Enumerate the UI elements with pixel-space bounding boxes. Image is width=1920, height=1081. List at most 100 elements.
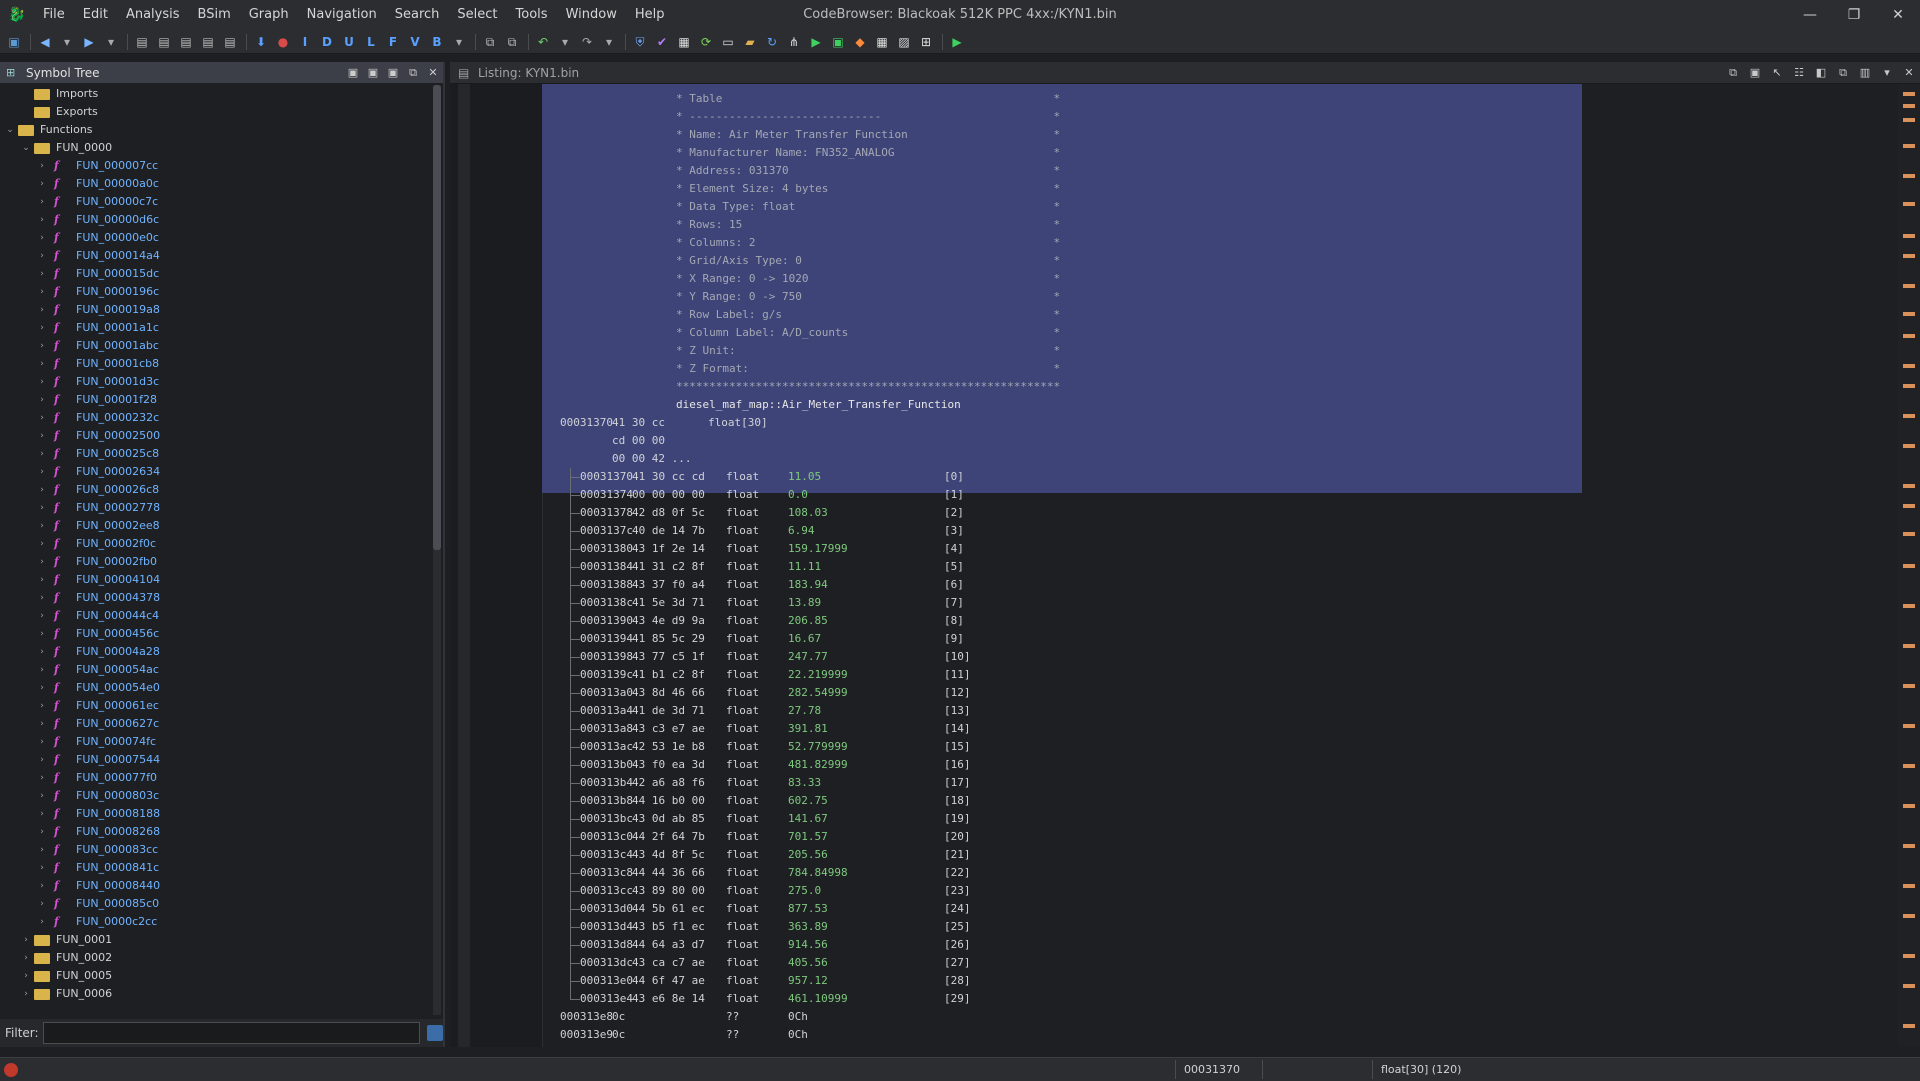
chevron-right-icon[interactable]: ›: [36, 697, 48, 715]
tree-function-item[interactable]: › f FUN_000015dc: [0, 265, 432, 283]
chevron-down-icon[interactable]: ▾: [601, 34, 617, 50]
menu-navigation[interactable]: Navigation: [298, 0, 386, 30]
chevron-down-icon[interactable]: ⌄: [4, 121, 16, 139]
tree-function-item[interactable]: › f FUN_00002500: [0, 427, 432, 445]
chevron-right-icon[interactable]: ›: [36, 787, 48, 805]
chevron-right-icon[interactable]: ›: [36, 463, 48, 481]
refresh-icon[interactable]: ⟳: [698, 34, 714, 50]
navigate-icon[interactable]: ▣: [383, 65, 403, 81]
script-run-icon[interactable]: ▶: [949, 34, 965, 50]
next-data-icon[interactable]: ▤: [156, 34, 172, 50]
chevron-right-icon[interactable]: ›: [36, 733, 48, 751]
copy-icon[interactable]: ⧉: [482, 34, 498, 50]
tree-function-item[interactable]: › f FUN_00004104: [0, 571, 432, 589]
restore-button[interactable]: ❐: [1832, 0, 1876, 30]
chevron-right-icon[interactable]: ›: [36, 319, 48, 337]
memory-map-icon[interactable]: ▦: [676, 34, 692, 50]
tree-scrollbar[interactable]: [433, 85, 441, 1015]
overview-marker[interactable]: [1903, 1024, 1915, 1028]
tree-function-item[interactable]: › f FUN_000074fc: [0, 733, 432, 751]
chevron-right-icon[interactable]: ›: [36, 679, 48, 697]
tree-function-item[interactable]: › f FUN_000054e0: [0, 679, 432, 697]
close-window-button[interactable]: ✕: [1876, 0, 1920, 30]
data-letter-icon[interactable]: D: [319, 34, 335, 50]
overview-marker[interactable]: [1903, 844, 1915, 848]
tree-function-item[interactable]: › f FUN_00001f28: [0, 391, 432, 409]
redo-icon[interactable]: ↷: [579, 34, 595, 50]
image-icon[interactable]: ▨: [896, 34, 912, 50]
tree-function-item[interactable]: › f FUN_00000a0c: [0, 175, 432, 193]
chevron-right-icon[interactable]: ›: [36, 229, 48, 247]
chevron-right-icon[interactable]: ›: [36, 625, 48, 643]
overview-marker[interactable]: [1903, 914, 1915, 918]
folder-icon[interactable]: ▰: [742, 34, 758, 50]
chevron-right-icon[interactable]: ›: [36, 265, 48, 283]
menu-help[interactable]: Help: [626, 0, 674, 30]
snapshot-icon[interactable]: ⧉: [403, 65, 423, 81]
listing-code[interactable]: ****************************************…: [542, 84, 1892, 1047]
create-class-icon[interactable]: ▣: [363, 65, 383, 81]
overview-marker[interactable]: [1903, 884, 1915, 888]
tree-function-item[interactable]: › f FUN_00001abc: [0, 337, 432, 355]
overview-marker[interactable]: [1903, 144, 1915, 148]
save-icon[interactable]: ▣: [6, 34, 22, 50]
chevron-right-icon[interactable]: ›: [36, 589, 48, 607]
menu-file[interactable]: File: [34, 0, 74, 30]
overview-marker[interactable]: [1903, 444, 1915, 448]
overview-marker[interactable]: [1903, 334, 1915, 338]
tree-function-item[interactable]: › f FUN_00008440: [0, 877, 432, 895]
chevron-right-icon[interactable]: ›: [36, 175, 48, 193]
symbol-tree[interactable]: Imports Exports ⌄ Functions ⌄ FUN_0000 › f FUN_0…: [0, 85, 432, 1015]
next-function-icon[interactable]: ▤: [222, 34, 238, 50]
copy-icon[interactable]: ⧉: [1722, 65, 1744, 81]
tree-function-item[interactable]: › f FUN_000026c8: [0, 481, 432, 499]
cycle-icon[interactable]: ↻: [764, 34, 780, 50]
overview-marker[interactable]: [1903, 312, 1915, 316]
window-icon[interactable]: ▭: [720, 34, 736, 50]
back-arrow-icon[interactable]: ◀: [37, 34, 53, 50]
tree-function-item[interactable]: › f FUN_000054ac: [0, 661, 432, 679]
chevron-down-icon[interactable]: ▾: [1876, 65, 1898, 81]
menu-window[interactable]: Window: [557, 0, 626, 30]
tree-function-item[interactable]: › f FUN_000025c8: [0, 445, 432, 463]
overview-marker[interactable]: [1903, 984, 1915, 988]
tree-function-item[interactable]: › f FUN_00007544: [0, 751, 432, 769]
menu-analysis[interactable]: Analysis: [117, 0, 189, 30]
tree-function-item[interactable]: › f FUN_00004a28: [0, 643, 432, 661]
chevron-right-icon[interactable]: ›: [36, 643, 48, 661]
tree-function-item[interactable]: › f FUN_00002634: [0, 463, 432, 481]
paste-icon[interactable]: ⧉: [504, 34, 520, 50]
chevron-down-icon[interactable]: ▾: [557, 34, 573, 50]
overview-marker[interactable]: [1903, 202, 1915, 206]
undo-icon[interactable]: ↶: [535, 34, 551, 50]
overview-marker[interactable]: [1903, 724, 1915, 728]
tree-function-item[interactable]: › f FUN_00004378: [0, 589, 432, 607]
tree-function-item[interactable]: › f FUN_0000c2cc: [0, 913, 432, 931]
chevron-right-icon[interactable]: ›: [36, 157, 48, 175]
field-editor-icon[interactable]: ☷: [1788, 65, 1810, 81]
tree-function-item[interactable]: › f FUN_000085c0: [0, 895, 432, 913]
overview-marker[interactable]: [1903, 684, 1915, 688]
chevron-right-icon[interactable]: ›: [36, 535, 48, 553]
value-letter-icon[interactable]: V: [407, 34, 423, 50]
tree-function-item[interactable]: › f FUN_00008188: [0, 805, 432, 823]
overview-marker[interactable]: [1903, 954, 1915, 958]
chevron-right-icon[interactable]: ›: [20, 967, 32, 985]
menu-bsim[interactable]: BSim: [189, 0, 240, 30]
check-icon[interactable]: ✔: [654, 34, 670, 50]
chevron-right-icon[interactable]: ›: [36, 211, 48, 229]
chevron-right-icon[interactable]: ›: [36, 751, 48, 769]
snapshot-icon[interactable]: ⧉: [1832, 65, 1854, 81]
down-arrow-icon[interactable]: ⬇: [253, 34, 269, 50]
tree-function-item[interactable]: › f FUN_000019a8: [0, 301, 432, 319]
next-label-icon[interactable]: ▤: [200, 34, 216, 50]
chevron-down-icon[interactable]: ▾: [59, 34, 75, 50]
overview-marker[interactable]: [1903, 384, 1915, 388]
chevron-right-icon[interactable]: ›: [36, 823, 48, 841]
chevron-right-icon[interactable]: ›: [36, 859, 48, 877]
tree-function-item[interactable]: › f FUN_0000196c: [0, 283, 432, 301]
tree-folder-item[interactable]: › FUN_0002: [0, 949, 432, 967]
next-instruction-icon[interactable]: ▤: [134, 34, 150, 50]
cursor-icon[interactable]: ↖: [1766, 65, 1788, 81]
tree-function-item[interactable]: › f FUN_00000d6c: [0, 211, 432, 229]
